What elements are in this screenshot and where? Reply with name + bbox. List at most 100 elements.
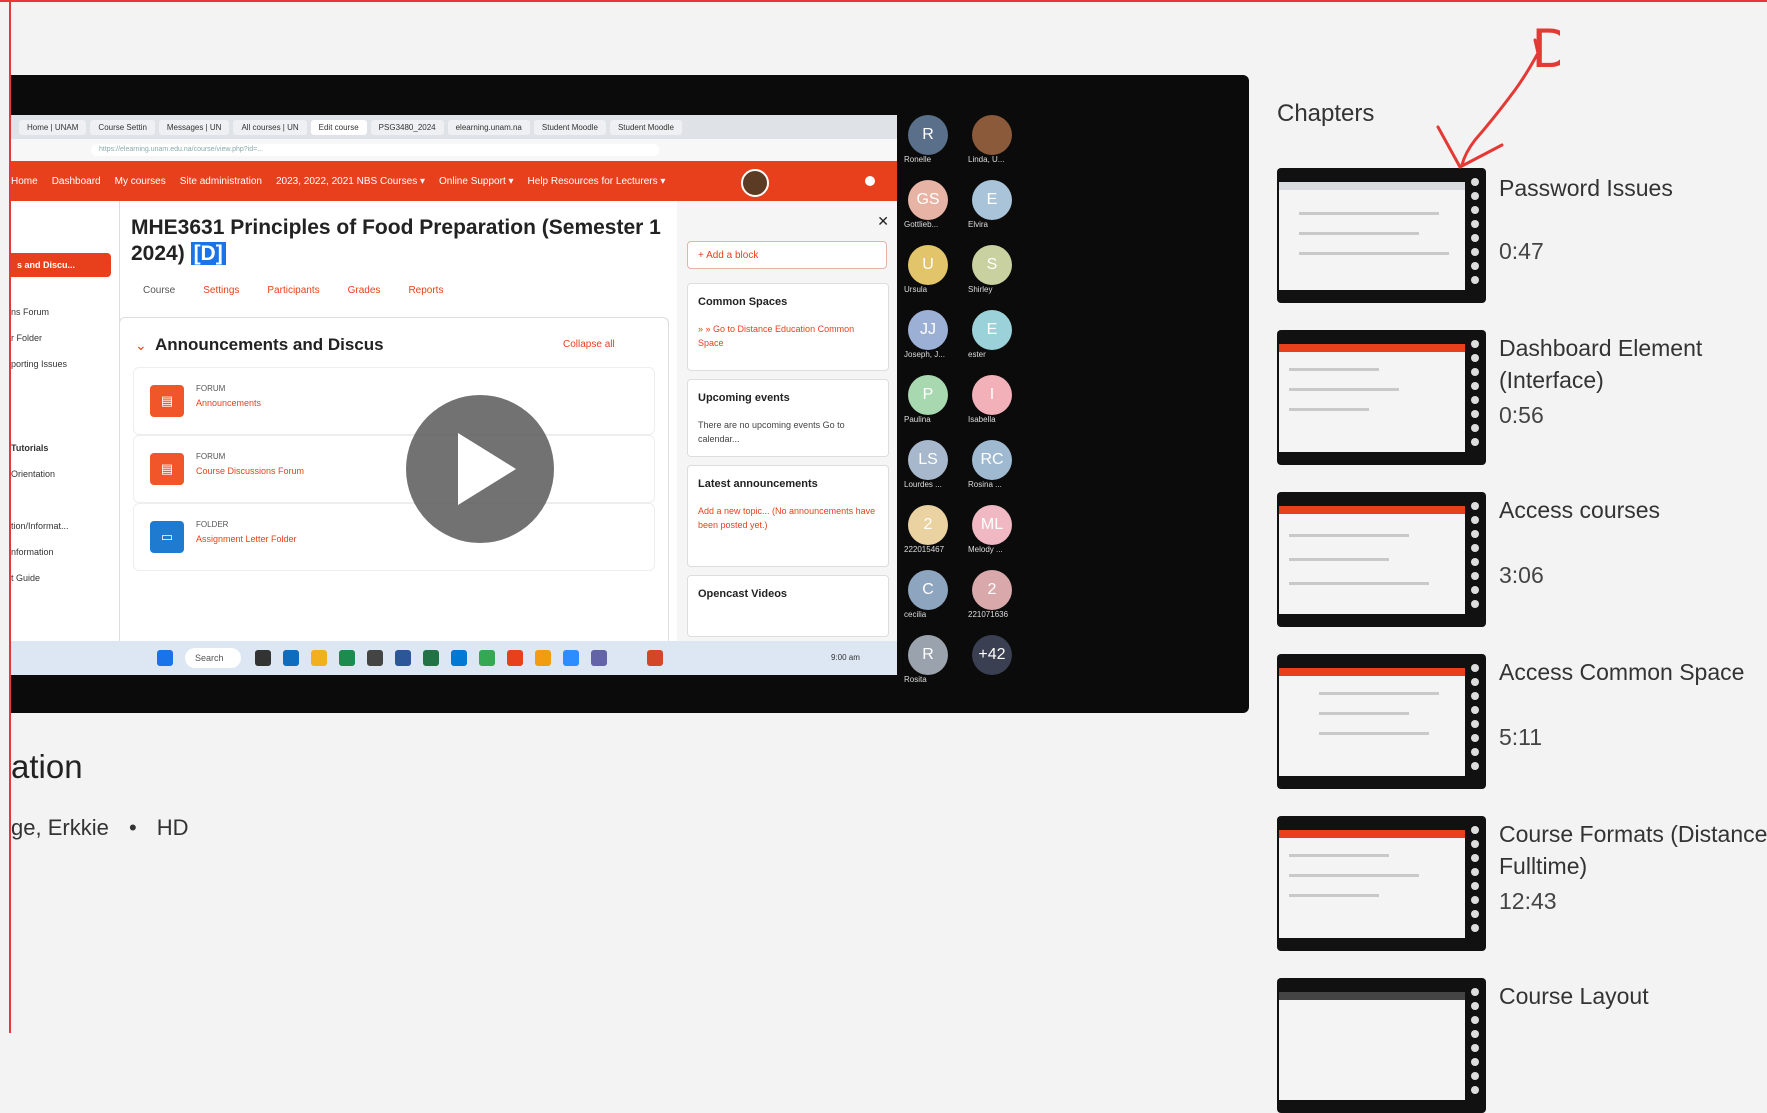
tab-participants: Participants xyxy=(267,285,320,296)
video-title: ation xyxy=(11,748,83,785)
activity-name: Announcements xyxy=(196,398,262,408)
thumb-avatar-dot xyxy=(1471,382,1479,390)
chapter-thumbnail[interactable] xyxy=(1277,654,1486,789)
participant-avatar: RC xyxy=(972,440,1012,480)
thumb-avatar-dot xyxy=(1471,840,1479,848)
participant-name: Ursula xyxy=(904,285,928,294)
browser-tab: Course Settin xyxy=(90,119,155,135)
chapter-thumbnail[interactable] xyxy=(1277,492,1486,627)
participant-avatar: +42 xyxy=(972,635,1012,675)
participant-avatar: GS xyxy=(908,180,948,220)
browser-tab: Home | UNAM xyxy=(19,119,87,135)
thumb-avatar-dot xyxy=(1471,826,1479,834)
chapter-time: 3:06 xyxy=(1499,562,1544,588)
taskbar-app-icon xyxy=(255,650,271,666)
excel-icon xyxy=(423,650,439,666)
participant-avatar: S xyxy=(972,245,1012,285)
video-player[interactable]: Home | UNAM Course Settin Messages | UN … xyxy=(11,75,1249,713)
chapter-item[interactable]: Access courses 3:06 xyxy=(1277,492,1767,627)
chapter-title[interactable]: Dashboard Element (Interface) xyxy=(1499,332,1767,396)
course-index-item: Orientation xyxy=(11,469,56,479)
thumb-avatar-dot xyxy=(1471,988,1479,996)
thumb-avatar-dot xyxy=(1471,276,1479,284)
browser-tab: PSG3480_2024 xyxy=(370,119,444,135)
chapter-thumbnail[interactable] xyxy=(1277,330,1486,465)
thumb-avatar-dot xyxy=(1471,910,1479,918)
play-icon xyxy=(458,433,516,505)
video-authors[interactable]: ge, Erkkie xyxy=(11,815,109,840)
nav-item: 2023, 2022, 2021 NBS Courses ▾ xyxy=(276,175,426,187)
word-icon xyxy=(395,650,411,666)
thumb-avatar-dot xyxy=(1471,396,1479,404)
section-title: Announcements and Discus xyxy=(155,335,384,354)
video-meta: ge, Erkkie • HD xyxy=(11,815,189,841)
thumb-avatar-dot xyxy=(1471,558,1479,566)
participant-avatar: U xyxy=(908,245,948,285)
thumb-avatar-dot xyxy=(1471,220,1479,228)
chapter-title[interactable]: Access Common Space xyxy=(1499,656,1767,688)
chapter-item[interactable]: Access Common Space 5:11 xyxy=(1277,654,1767,789)
chapter-title[interactable]: Access courses xyxy=(1499,494,1767,526)
thumb-avatar-dot xyxy=(1471,354,1479,362)
thumb-avatar-dot xyxy=(1471,178,1479,186)
thumb-avatar-dot xyxy=(1471,868,1479,876)
activity-type: FOLDER xyxy=(196,520,229,529)
nav-item: Home xyxy=(11,175,38,187)
browser-tab: All courses | UN xyxy=(233,119,307,135)
thumb-avatar-dot xyxy=(1471,410,1479,418)
participant-avatar: 2 xyxy=(908,505,948,545)
thumb-avatar-dot xyxy=(1471,424,1479,432)
block-opencast-videos: Opencast Videos xyxy=(687,575,889,637)
taskbar-clock: 9:00 am xyxy=(831,653,860,662)
thumb-avatar-dot xyxy=(1471,664,1479,672)
play-button[interactable] xyxy=(406,395,554,543)
tab-grades: Grades xyxy=(347,285,381,296)
browser-tab: Edit course xyxy=(310,119,367,135)
participant-name: Isabella xyxy=(968,415,996,424)
chapter-item[interactable]: Password Issues 0:47 xyxy=(1277,168,1767,303)
thumb-avatar-dot xyxy=(1471,368,1479,376)
collapse-all-link: Collapse all xyxy=(563,339,615,350)
chapter-thumbnail[interactable] xyxy=(1277,168,1486,303)
thumb-avatar-dot xyxy=(1471,586,1479,594)
activity-name: Assignment Letter Folder xyxy=(196,534,297,544)
chapter-item[interactable]: Course Layout xyxy=(1277,978,1767,1113)
chapter-title[interactable]: Course Layout xyxy=(1499,980,1767,1012)
block-text: Add a new topic... (No announcements hav… xyxy=(698,506,876,530)
thumb-avatar-dot xyxy=(1471,678,1479,686)
browser-tab: elearning.unam.na xyxy=(447,119,530,135)
participant-name: ester xyxy=(968,350,986,359)
participant-avatar: C xyxy=(908,570,948,610)
participant-avatar: P xyxy=(908,375,948,415)
participant-name: 222015467 xyxy=(904,545,945,554)
course-index-item: t Guide xyxy=(11,573,41,583)
course-index-item: porting Issues xyxy=(11,359,68,369)
block-text: There are no upcoming events Go to calen… xyxy=(698,420,845,444)
chapter-title[interactable]: Password Issues xyxy=(1499,172,1767,204)
video-frame-screenshot: Home | UNAM Course Settin Messages | UN … xyxy=(11,115,897,675)
thumb-avatar-dot xyxy=(1471,1058,1479,1066)
block-title: Common Spaces xyxy=(698,296,788,308)
activity-name: Course Discussions Forum xyxy=(196,466,305,476)
thumb-avatar-dot xyxy=(1471,502,1479,510)
chapter-time: 12:43 xyxy=(1499,888,1557,914)
course-tag: [D] xyxy=(190,242,226,265)
annotation-arrow-icon: D xyxy=(1436,16,1560,169)
course-index-drawer: s and Discu... ns Forum r Folder porting… xyxy=(11,201,120,675)
chapter-item[interactable]: Course Formats (Distance Fulltime) 12:43 xyxy=(1277,816,1767,951)
chapter-item[interactable]: Dashboard Element (Interface) 0:56 xyxy=(1277,330,1767,465)
chapter-time: 0:56 xyxy=(1499,402,1544,428)
chapter-thumbnail[interactable] xyxy=(1277,978,1486,1113)
chapter-title[interactable]: Course Formats (Distance Fulltime) xyxy=(1499,818,1767,882)
participant-avatar: ML xyxy=(972,505,1012,545)
annotation-letter: D xyxy=(1532,16,1560,79)
block-common-spaces: Common Spaces » » Go to Distance Educati… xyxy=(687,283,889,371)
chapter-thumbnail[interactable] xyxy=(1277,816,1486,951)
thumb-avatar-dot xyxy=(1471,692,1479,700)
participant-avatar: 2 xyxy=(972,570,1012,610)
tab-course: Course xyxy=(143,285,176,296)
chrome-icon xyxy=(479,650,495,666)
thumb-avatar-dot xyxy=(1471,1016,1479,1024)
add-block-button: + Add a block xyxy=(687,241,887,269)
taskbar-app-icon xyxy=(647,650,663,666)
